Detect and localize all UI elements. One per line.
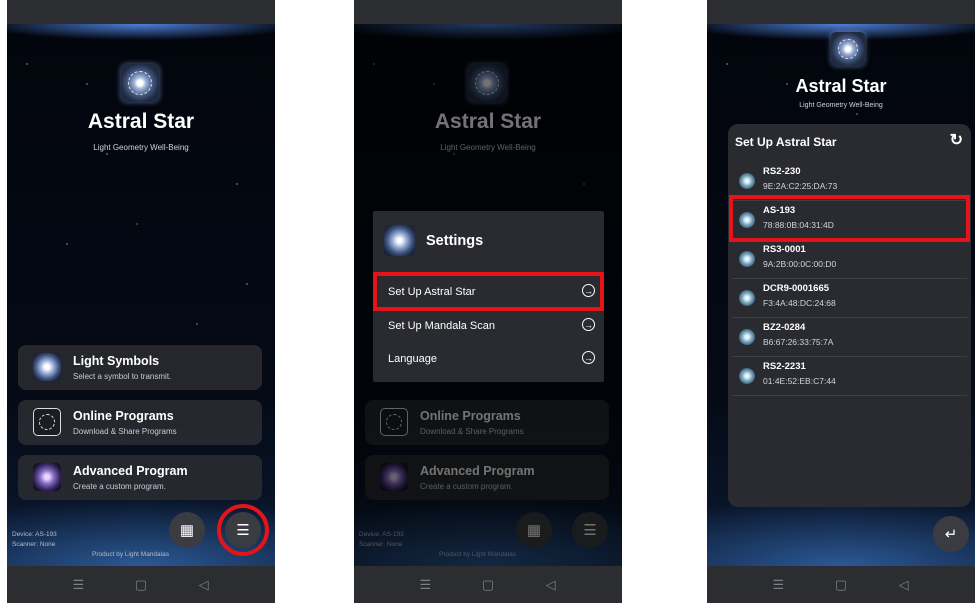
device-name: DCR9-0001665 xyxy=(763,283,830,294)
device-list-item[interactable]: RS3-0001 9A:2B:00:0C:00:D0 xyxy=(732,240,967,279)
light-symbols-card[interactable]: Light Symbols Select a symbol to transmi… xyxy=(18,345,262,390)
device-name: RS3-0001 xyxy=(763,244,806,255)
app-subtitle: Light Geometry Well-Being xyxy=(799,102,883,109)
device-icon xyxy=(739,368,755,384)
online-programs-icon xyxy=(33,408,61,436)
advanced-program-card[interactable]: Advanced Program Create a custom program… xyxy=(18,455,262,500)
app-title: Astral Star xyxy=(87,110,195,133)
back-icon[interactable]: ◁ xyxy=(894,577,914,593)
device-mac: F3:4A:48:DC:24:68 xyxy=(763,298,836,308)
recent-apps-icon[interactable]: ☰ xyxy=(68,577,88,593)
highlight-box xyxy=(729,195,970,242)
return-icon: ↵ xyxy=(944,526,958,543)
recent-apps-icon[interactable]: ☰ xyxy=(415,577,435,593)
astral-star-logo xyxy=(831,32,865,66)
home-icon[interactable]: ▢ xyxy=(478,577,498,593)
device-name: RS2-230 xyxy=(763,166,801,177)
refresh-icon[interactable]: ↻ xyxy=(950,130,963,150)
device-icon xyxy=(739,173,755,189)
menu-item-label: Language xyxy=(388,353,437,365)
light-symbols-icon xyxy=(33,353,61,381)
setup-mandala-scan-item[interactable]: Set Up Mandala Scan → xyxy=(373,310,604,343)
phone-screen-device-setup: Astral Star Light Geometry Well-Being Se… xyxy=(707,0,975,603)
device-setup-title: Set Up Astral Star xyxy=(735,135,837,149)
store-icon: ▦ xyxy=(179,522,195,539)
store-button[interactable]: ▦ xyxy=(169,512,205,548)
arrow-right-circle-icon: → xyxy=(582,351,595,364)
app-subtitle: Light Geometry Well-Being xyxy=(93,143,189,152)
device-mac: 9A:2B:00:0C:00:D0 xyxy=(763,259,837,269)
device-list-item[interactable]: DCR9-0001665 F3:4A:48:DC:24:68 xyxy=(732,279,967,318)
device-mac: 01:4E:52:EB:C7:44 xyxy=(763,376,836,386)
card-subtitle: Create a custom program. xyxy=(73,482,166,491)
device-icon xyxy=(739,251,755,267)
status-bar xyxy=(354,0,622,24)
back-icon[interactable]: ◁ xyxy=(541,577,561,593)
status-bar xyxy=(7,0,275,24)
device-info: Device: AS-193 Scanner: None xyxy=(12,530,57,550)
scanner-label: Scanner: None xyxy=(12,541,56,548)
card-subtitle: Select a symbol to transmit. xyxy=(73,372,172,381)
card-title: Advanced Program xyxy=(73,464,188,478)
device-list-item[interactable]: RS2-2231 01:4E:52:EB:C7:44 xyxy=(732,357,967,396)
home-icon[interactable]: ▢ xyxy=(131,577,151,593)
advanced-program-icon xyxy=(33,463,61,491)
card-title: Online Programs xyxy=(73,409,174,423)
highlight-ring xyxy=(217,504,269,556)
device-label: Device: AS-193 xyxy=(12,531,57,538)
card-title: Light Symbols xyxy=(73,354,160,368)
app-title: Astral Star xyxy=(795,76,887,96)
online-programs-card[interactable]: Online Programs Download & Share Program… xyxy=(18,400,262,445)
menu-item-label: Set Up Mandala Scan xyxy=(388,320,496,332)
android-nav-bar: ☰ ▢ ◁ xyxy=(7,566,275,603)
astral-star-logo xyxy=(121,64,159,102)
recent-apps-icon[interactable]: ☰ xyxy=(768,577,788,593)
language-item[interactable]: Language → xyxy=(373,343,604,376)
back-icon[interactable]: ◁ xyxy=(194,577,214,593)
phone-screen-home: Astral Star Light Geometry Well-Being Li… xyxy=(7,0,275,603)
android-nav-bar: ☰ ▢ ◁ xyxy=(354,566,622,603)
settings-title: Settings xyxy=(426,233,484,249)
return-button[interactable]: ↵ xyxy=(933,516,969,552)
device-icon xyxy=(739,290,755,306)
phone-screen-settings: Astral Star Light Geometry Well-Being On… xyxy=(354,0,622,603)
device-setup-panel: Set Up Astral Star ↻ RS2-230 9E:2A:C2:25… xyxy=(728,124,971,507)
settings-logo-icon xyxy=(384,225,415,256)
device-mac: B6:67:26:33:75:7A xyxy=(763,337,834,347)
arrow-right-circle-icon: → xyxy=(582,318,595,331)
status-bar xyxy=(707,0,975,24)
card-subtitle: Download & Share Programs xyxy=(73,427,177,436)
android-nav-bar: ☰ ▢ ◁ xyxy=(707,566,975,603)
device-name: BZ2-0284 xyxy=(763,322,806,333)
home-icon[interactable]: ▢ xyxy=(831,577,851,593)
device-list-item[interactable]: BZ2-0284 B6:67:26:33:75:7A xyxy=(732,318,967,357)
device-name: RS2-2231 xyxy=(763,361,806,372)
product-credit: Product by Light Mandalas xyxy=(92,551,169,558)
highlight-box xyxy=(373,272,604,311)
device-mac: 9E:2A:C2:25:DA:73 xyxy=(763,181,838,191)
device-icon xyxy=(739,329,755,345)
